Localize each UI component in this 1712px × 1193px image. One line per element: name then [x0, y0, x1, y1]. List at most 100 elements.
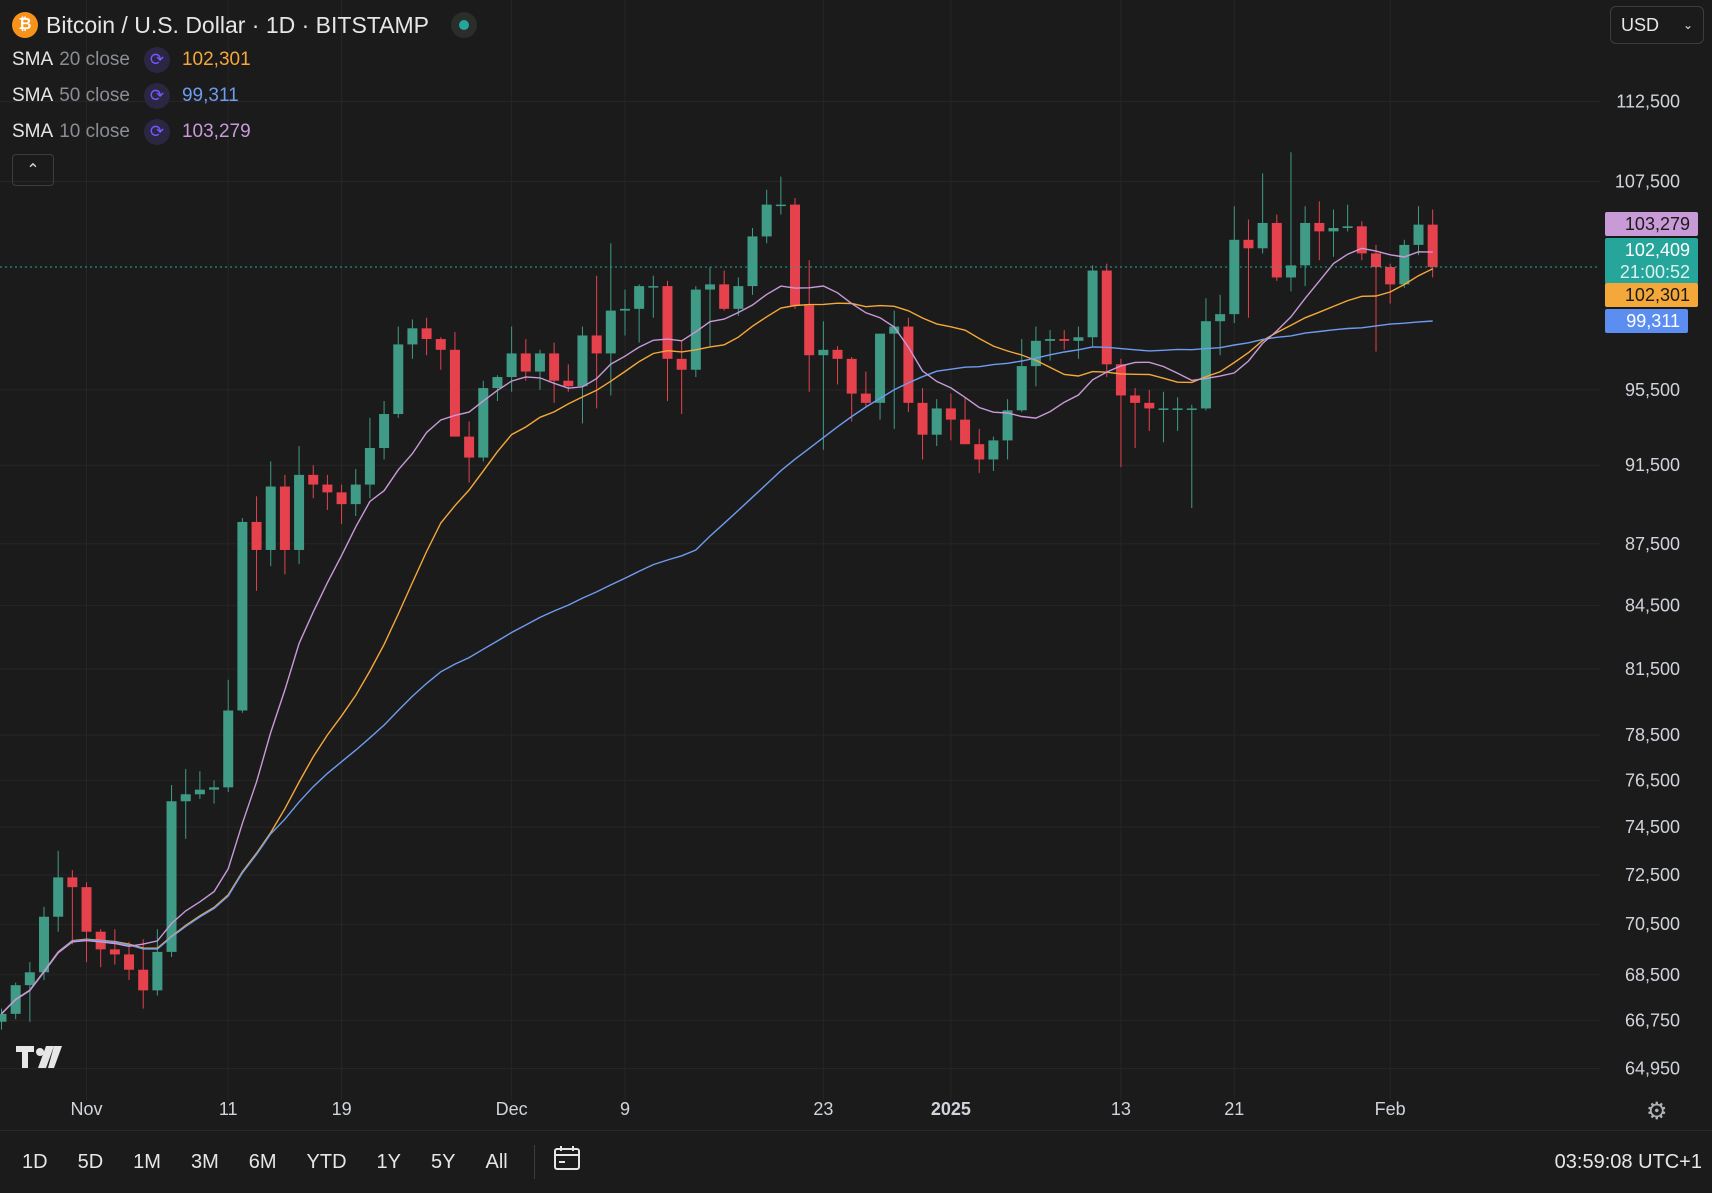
time-axis-label: 9 — [620, 1099, 630, 1119]
sma-lines — [0, 247, 1434, 1015]
candle-down — [138, 969, 149, 991]
candle-down — [1115, 364, 1126, 396]
period-5d[interactable]: 5D — [70, 1151, 112, 1174]
indicator-row-sma10[interactable]: SMA 10 close ⟳ 103,279 — [12, 114, 477, 150]
indicator-row-sma20[interactable]: SMA 20 close ⟳ 102,301 — [12, 42, 477, 78]
symbol-header[interactable]: ₿ Bitcoin / U.S. Dollar · 1D · BITSTAMP — [12, 8, 477, 42]
sma-line-50 — [1, 320, 1433, 1015]
indicator-params: 20 close — [59, 49, 130, 70]
collapse-legend-button[interactable]: ⌃ — [12, 154, 54, 186]
candle-up — [1172, 408, 1183, 410]
price-axis-label: 64,950 — [1625, 1059, 1680, 1079]
indicator-params: 50 close — [59, 85, 130, 106]
candle-up — [1328, 227, 1339, 232]
candle-down — [1130, 395, 1141, 403]
time-axis[interactable]: Nov 11 19 Dec 9 23 2025 13 21 Feb — [71, 1099, 1406, 1119]
candle-up — [393, 344, 404, 415]
candle-down — [846, 358, 857, 394]
candle-up — [761, 204, 772, 237]
sma20-price-tag: 102,301 — [1605, 283, 1698, 307]
candle-down — [109, 949, 120, 955]
tradingview-logo-icon — [16, 1046, 62, 1068]
period-6m[interactable]: 6M — [241, 1151, 285, 1174]
candle-down — [563, 380, 574, 387]
candle-up — [818, 349, 829, 356]
indicator-value: 103,279 — [181, 121, 251, 142]
candle-up — [988, 440, 999, 460]
candle-up — [1073, 337, 1084, 341]
period-5y[interactable]: 5Y — [423, 1151, 463, 1174]
candle-down — [1059, 339, 1070, 341]
period-1d[interactable]: 1D — [14, 1151, 56, 1174]
candle-up — [194, 789, 205, 795]
candle-up — [1045, 339, 1056, 341]
candle-down — [1101, 270, 1112, 365]
chevron-up-icon: ⌃ — [26, 162, 40, 179]
candle-up — [1158, 408, 1169, 410]
candle-up — [747, 236, 758, 287]
candle-down — [1144, 402, 1155, 409]
candle-up — [209, 787, 220, 790]
price-axis-label: 95,500 — [1625, 380, 1680, 400]
candle-down — [67, 877, 78, 888]
time-axis-label: Nov — [71, 1099, 103, 1119]
period-1m[interactable]: 1M — [125, 1151, 169, 1174]
candle-up — [534, 353, 545, 372]
tradingview-logo[interactable] — [16, 1044, 64, 1078]
indicator-params: 10 close — [59, 121, 130, 142]
time-axis-label: 19 — [332, 1099, 352, 1119]
candle-down — [903, 326, 914, 403]
time-axis-label: 21 — [1224, 1099, 1244, 1119]
time-axis-label: 11 — [219, 1099, 238, 1119]
price-axis-label: 66,750 — [1625, 1010, 1680, 1030]
chart-settings-icon[interactable]: ⚙ — [1646, 1097, 1668, 1126]
date-range-icon[interactable] — [553, 1145, 583, 1180]
candle-up — [294, 474, 305, 550]
candle-up — [634, 286, 645, 309]
candle-up — [1399, 244, 1410, 285]
candle-up — [492, 377, 503, 389]
period-1y[interactable]: 1Y — [369, 1151, 409, 1174]
candle-up — [705, 284, 715, 290]
candle-down — [676, 358, 687, 370]
candle-down — [1370, 253, 1381, 268]
sync-icon[interactable]: ⟳ — [143, 119, 170, 145]
candle-down — [549, 353, 560, 381]
currency-select[interactable]: USD ⌄ — [1610, 6, 1704, 44]
time-axis-label: 23 — [813, 1099, 833, 1119]
candle-up — [1215, 314, 1226, 322]
candle-up — [931, 408, 942, 435]
sma10-price-tag: 103,279 — [1605, 212, 1698, 236]
candle-down — [974, 444, 985, 460]
candle-up — [775, 204, 786, 207]
candle-down — [591, 335, 602, 354]
calendar-icon — [553, 1145, 580, 1170]
period-all[interactable]: All — [477, 1151, 515, 1174]
candle-up — [875, 333, 886, 403]
price-axis-label: 112,500 — [1616, 92, 1680, 112]
indicator-name: SMA — [12, 85, 54, 106]
indicator-row-sma50[interactable]: SMA 50 close ⟳ 99,311 — [12, 78, 477, 114]
status-dot — [458, 20, 469, 30]
symbol-title[interactable]: Bitcoin / U.S. Dollar · 1D · BITSTAMP — [46, 12, 429, 39]
sync-icon[interactable]: ⟳ — [143, 83, 170, 109]
time-axis-label: 13 — [1111, 1099, 1131, 1119]
clock-timezone[interactable]: 03:59:08 UTC+1 — [1555, 1151, 1702, 1174]
price-axis-label: 78,500 — [1625, 725, 1680, 745]
market-status-icon[interactable] — [450, 12, 477, 38]
period-3m[interactable]: 3M — [183, 1151, 227, 1174]
candle-down — [945, 408, 956, 420]
candle-up — [407, 328, 418, 345]
price-axis-label: 87,500 — [1625, 534, 1680, 554]
sma-line-20 — [0, 268, 1434, 1015]
period-ytd[interactable]: YTD — [299, 1151, 355, 1174]
candle-down — [308, 474, 319, 485]
candle-up — [1200, 321, 1211, 409]
sync-icon[interactable]: ⟳ — [143, 47, 170, 73]
candle-up — [223, 710, 234, 788]
candle-down — [1427, 224, 1438, 267]
candle-up — [0, 1013, 7, 1022]
indicator-name: SMA — [12, 121, 54, 142]
candle-up — [1186, 408, 1197, 410]
candle-up — [1016, 366, 1027, 411]
